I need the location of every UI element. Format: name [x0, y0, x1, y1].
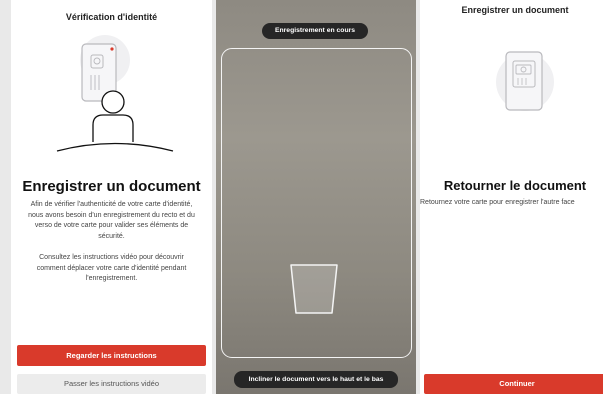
screen-title: Enregistrer un document: [461, 5, 569, 15]
description-text: Afin de vérifier l'authenticité de votre…: [28, 201, 195, 240]
page-heading: Retourner le document: [443, 178, 587, 193]
screen-flip-document: Enregistrer un document Retourner le doc…: [420, 0, 603, 394]
tilt-instruction-badge: Incliner le document vers le haut et le …: [234, 371, 398, 388]
screen-title: Vérification d'identité: [65, 12, 158, 22]
phone-card-illustration: [496, 51, 554, 111]
document-outline-icon: [290, 264, 338, 314]
screen-record-document: Vérification d'identité Enregistrer un d…: [11, 0, 212, 394]
description-text: Retournez votre carte pour enregistrer l…: [420, 199, 575, 206]
instructions-text: Consultez les instructions vidéo pour dé…: [36, 254, 187, 282]
watch-instructions-button[interactable]: Regarder les instructions: [17, 345, 206, 366]
person-phone-illustration: [56, 35, 174, 152]
recording-status-badge: Enregistrement en cours: [262, 23, 368, 39]
skip-instructions-button[interactable]: Passer les instructions vidéo: [17, 374, 206, 394]
continue-button[interactable]: Continuer: [424, 374, 603, 394]
screen-recording: Enregistrement en cours Incliner le docu…: [216, 0, 416, 394]
page-heading: Enregistrer un document: [22, 178, 201, 195]
